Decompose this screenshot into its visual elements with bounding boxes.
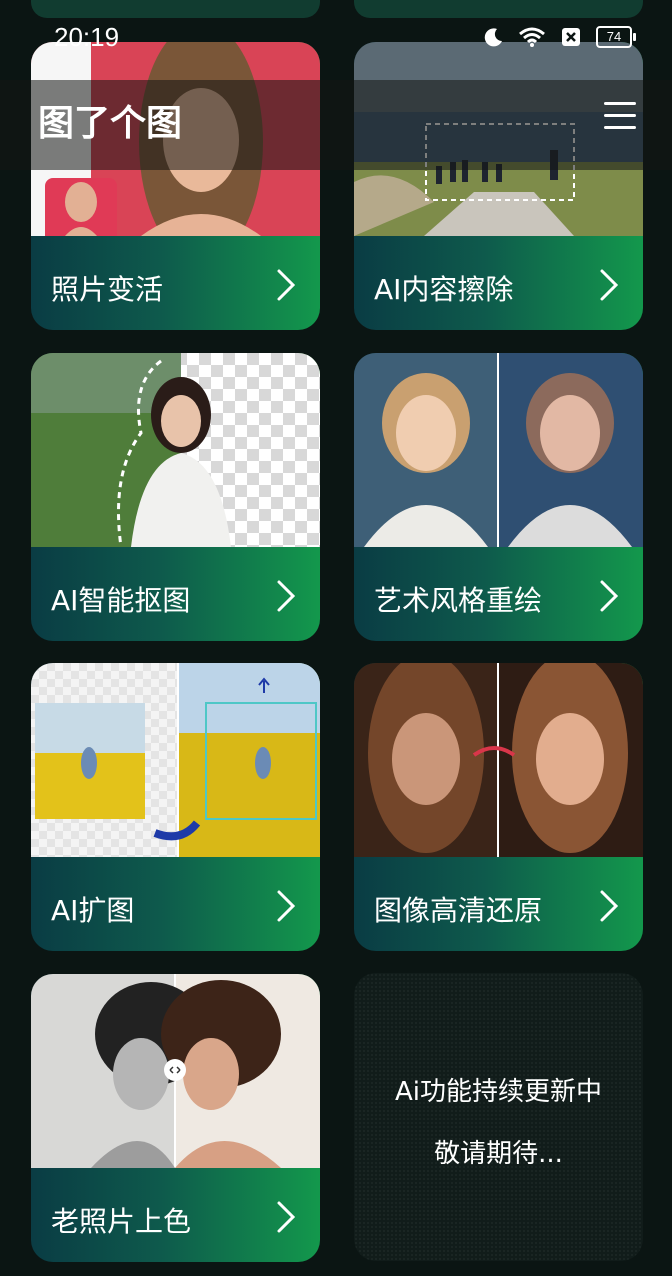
feature-label: AI内容擦除 xyxy=(374,273,514,306)
status-bar: 20:19 74 xyxy=(0,0,672,80)
chevron-right-icon xyxy=(600,580,619,612)
feature-label: 艺术风格重绘 xyxy=(374,584,543,617)
app-title: 图了个图 xyxy=(38,103,183,144)
feature-card-hd-restore[interactable]: 图像高清还原 xyxy=(354,663,643,951)
stay-tuned-text: 敬请期待... xyxy=(434,1139,563,1169)
feature-label: 图像高清还原 xyxy=(374,894,543,927)
chevron-right-icon xyxy=(277,890,296,922)
coming-soon-card: Ai功能持续更新中 敬请期待... xyxy=(354,973,643,1261)
feature-image-background-removal xyxy=(31,353,320,547)
feature-card-art-style[interactable]: 艺术风格重绘 xyxy=(354,353,643,641)
moon-icon xyxy=(484,28,502,47)
menu-icon[interactable] xyxy=(604,102,636,129)
feature-label: AI扩图 xyxy=(51,894,135,927)
chevron-right-icon xyxy=(277,580,296,612)
sim-off-icon xyxy=(562,28,580,46)
chevron-right-icon xyxy=(600,890,619,922)
feature-label: AI智能抠图 xyxy=(51,584,191,617)
feature-label: 照片变活 xyxy=(51,273,164,306)
feature-card-image-expand[interactable]: AI扩图 xyxy=(31,663,320,951)
chevron-right-icon xyxy=(277,269,296,301)
chevron-right-icon xyxy=(277,1201,296,1233)
feature-label: 老照片上色 xyxy=(51,1205,192,1238)
feature-image-hd-restore xyxy=(354,663,643,857)
feature-card-background-removal[interactable]: AI智能抠图 xyxy=(31,353,320,641)
feature-card-colorize[interactable]: 老照片上色 xyxy=(31,974,320,1262)
feature-image-colorize xyxy=(31,974,320,1168)
status-time: 20:19 xyxy=(54,22,120,52)
feature-image-image-expand xyxy=(31,663,320,857)
feature-image-art-style xyxy=(354,353,643,547)
chevron-right-icon xyxy=(600,269,619,301)
status-icons: 74 xyxy=(484,26,636,48)
coming-soon-text: Ai功能持续更新中 xyxy=(394,1077,602,1107)
app-bar: 图了个图 xyxy=(0,80,672,170)
wifi-icon xyxy=(519,27,545,47)
battery-indicator: 74 xyxy=(596,26,636,48)
